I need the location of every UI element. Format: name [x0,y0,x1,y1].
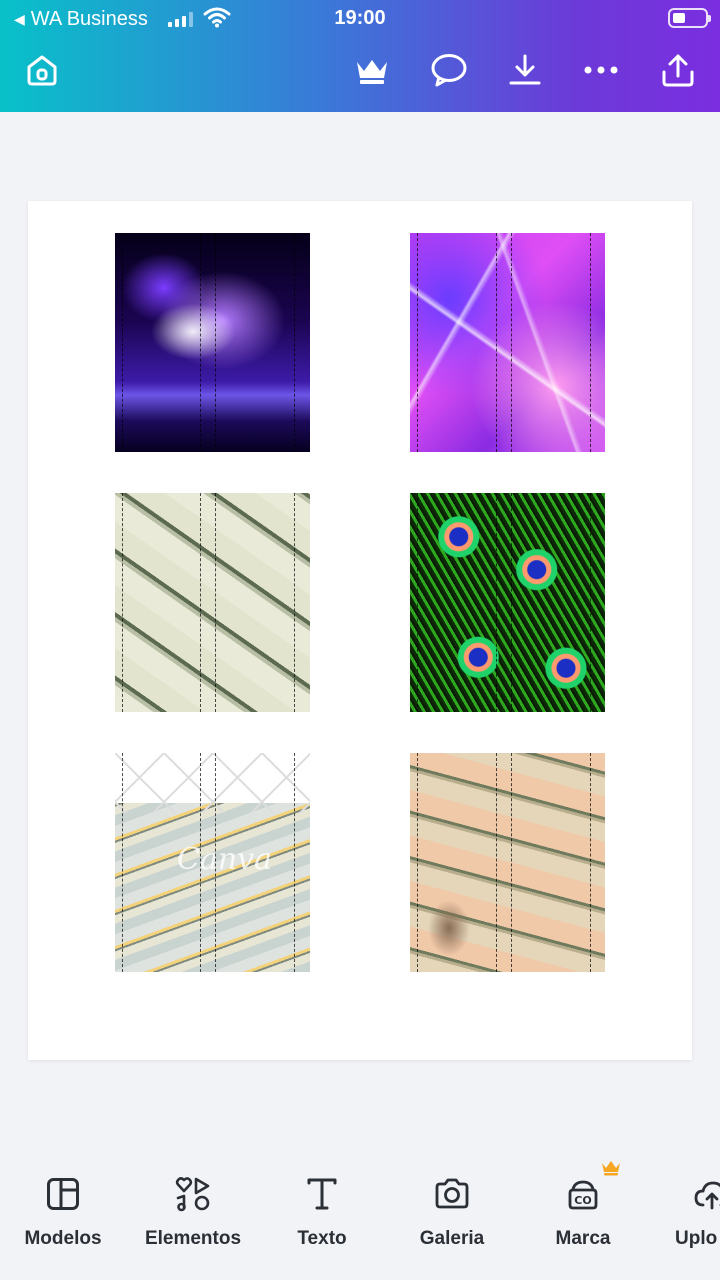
comment-icon [431,54,467,87]
nav-label-marca: Marca [555,1228,611,1249]
download-icon [509,54,541,85]
brand-icon: CO [568,1180,598,1210]
nav-label-modelos: Modelos [24,1228,102,1249]
peacock-feathers-image[interactable] [410,493,605,712]
status-time: 19:00 [334,7,386,29]
elements-icon [175,1177,210,1212]
upload-icon [694,1181,720,1210]
nav-label-elementos: Elementos [144,1228,242,1249]
comment-button[interactable] [429,50,469,90]
crown-icon [357,60,387,84]
battery-icon [668,8,711,28]
home-button[interactable] [22,50,62,90]
more-icon [584,66,618,74]
share-icon [662,54,694,87]
download-button[interactable] [505,50,545,90]
purple-flame-image[interactable] [115,233,310,452]
nav-label-uploads: Uplo [675,1228,718,1249]
design-page[interactable]: Canva [28,201,692,1060]
camera-icon [435,1178,469,1209]
editor-header: ◀ WA Business 19:00 [0,0,720,112]
nav-item-galeria[interactable]: Galeria [387,1174,517,1250]
pink-crystal-image[interactable] [410,233,605,452]
home-icon [27,55,57,86]
nav-label-texto: Texto [297,1228,347,1249]
nav-item-elementos[interactable]: Elementos [128,1174,258,1250]
hundred-dollar-bills-image[interactable] [410,753,605,972]
cash-bundles-image[interactable]: Canva [115,753,310,972]
nav-item-marca[interactable]: CO Marca [518,1174,648,1250]
text-icon [307,1178,337,1210]
nav-item-uploads[interactable]: Uplo [645,1174,720,1250]
nav-item-texto[interactable]: Texto [257,1174,387,1250]
svg-text:CO: CO [574,1194,591,1207]
premium-button[interactable] [352,50,392,90]
share-button[interactable] [658,50,698,90]
canva-watermark: Canva [177,842,272,877]
status-bar: ◀ WA Business 19:00 [0,0,720,38]
svg-text:Canva: Canva [177,842,272,877]
templates-icon [47,1178,79,1210]
more-options-button[interactable] [581,50,621,90]
dollar-stacks-image[interactable] [115,493,310,712]
nav-item-modelos[interactable]: Modelos [0,1174,128,1250]
nav-label-galeria: Galeria [419,1228,485,1249]
premium-crown-icon [602,1161,620,1176]
